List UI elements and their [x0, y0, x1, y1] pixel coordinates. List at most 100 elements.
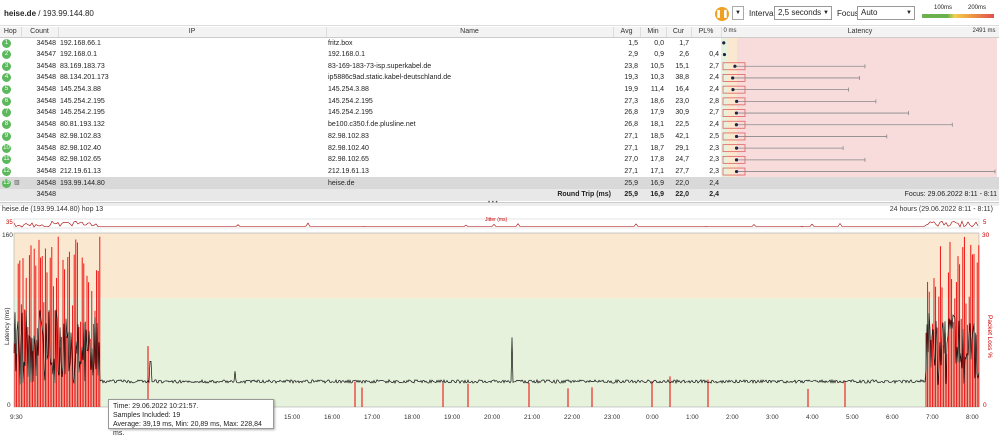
x-tick-label: 6:00 — [886, 414, 899, 421]
x-tick-label: 0:00 — [646, 414, 659, 421]
hop-latency-graph — [721, 142, 999, 154]
hop-latency-graph — [721, 166, 999, 178]
column-cur[interactable]: Cur — [666, 27, 691, 37]
hop-cur: 23,0 — [666, 95, 691, 107]
hop-name: 82.98.102.83 — [326, 131, 613, 143]
table-row[interactable]: 6 34548 145.254.2.195 145.254.2.195 27,3 18,6… — [0, 95, 999, 107]
hop-avg: 19,3 — [613, 72, 640, 84]
hop-count: 34548 — [21, 37, 58, 49]
hop-avg: 23,8 — [613, 60, 640, 72]
table-row[interactable]: 2 34547 192.168.0.1 192.168.0.1 2,9 0,9 2,6 0,4 — [0, 49, 999, 61]
table-row[interactable]: 10 34548 82.98.102.40 82.98.102.40 27,1 18,7 2… — [0, 142, 999, 154]
summary-avg: 25,9 — [613, 189, 640, 201]
hop-cur: 24,7 — [666, 154, 691, 166]
x-tick-label: 1:00 — [686, 414, 699, 421]
hop-number: 11 — [2, 155, 11, 164]
hop-ip: 192.168.0.1 — [58, 49, 326, 61]
table-row[interactable]: 3 34548 83.169.183.73 83-169-183-73-isp.sup… — [0, 60, 999, 72]
hop-name: be100.c350.f.de.plusline.net — [326, 119, 613, 131]
hop-avg: 19,9 — [613, 84, 640, 96]
hop-avg: 1,5 — [613, 37, 640, 49]
x-tick-label: 15:00 — [284, 414, 301, 421]
column-pl[interactable]: PL% — [691, 27, 721, 37]
hop-name: heise.de — [326, 177, 613, 189]
hop-latency-graph — [721, 131, 999, 143]
toolbar: heise.de / 193.99.144.80 ❚❚ ▼ Interval 2… — [0, 0, 999, 26]
tooltip-samples: Samples Included: 19 — [113, 411, 269, 420]
column-avg[interactable]: Avg — [613, 27, 640, 37]
hop-latency-graph — [721, 37, 999, 49]
hop-count: 34547 — [21, 49, 58, 61]
hop-pl: 2,4 — [691, 72, 721, 84]
hop-cur: 30,9 — [666, 107, 691, 119]
hop-count: 34548 — [21, 60, 58, 72]
breadcrumb: heise.de / 193.99.144.80 — [4, 9, 94, 18]
column-ip[interactable]: IP — [58, 27, 326, 37]
chevron-down-icon: ▼ — [823, 7, 829, 19]
hop-count: 34548 — [21, 142, 58, 154]
y-max-label: 160 — [2, 232, 13, 239]
hop-pl: 2,3 — [691, 154, 721, 166]
hop-pl: 2,4 — [691, 177, 721, 189]
table-row[interactable]: 7 34548 145.254.2.195 145.254.2.195 26,8 17,9… — [0, 107, 999, 119]
pause-button[interactable]: ❚❚ — [715, 7, 729, 21]
hop-ip: 82.98.102.83 — [58, 131, 326, 143]
interval-select[interactable]: 2,5 seconds ▼ — [774, 6, 832, 20]
table-row[interactable]: 4 34548 88.134.201.173 ip5886c9ad.static.ka… — [0, 72, 999, 84]
hop-number: 6 — [2, 97, 11, 106]
table-row[interactable]: 1 34548 192.168.66.1 fritz.box 1,5 0,0 1,7 — [0, 37, 999, 49]
hop-number: 9 — [2, 132, 11, 141]
hop-count: 34548 — [21, 95, 58, 107]
hop-avg: 27,3 — [613, 95, 640, 107]
column-latency[interactable]: 0 ms Latency 2491 ms — [721, 27, 999, 37]
hop-latency-graph — [721, 107, 999, 119]
hop-pl: 2,3 — [691, 142, 721, 154]
table-row[interactable]: 13 ▥ 34548 193.99.144.80 heise.de 25,9 16,9 22,… — [0, 177, 999, 189]
x-tick-label: 16:00 — [324, 414, 341, 421]
table-header: Hop Count IP Name Avg Min Cur PL% 0 ms L… — [0, 27, 999, 37]
hop-ip: 82.98.102.65 — [58, 154, 326, 166]
column-count[interactable]: Count — [21, 27, 58, 37]
hop-number: 2 — [2, 50, 11, 59]
hop-pl: 2,7 — [691, 60, 721, 72]
hop-pl: 2,3 — [691, 166, 721, 178]
jitter-max-label: 35 — [6, 220, 13, 226]
summary-focus: Focus: 29.06.2022 8:11 - 8:11 — [721, 189, 999, 201]
hop-cur: 1,7 — [666, 37, 691, 49]
table-row[interactable]: 8 34548 80.81.193.132 be100.c350.f.de.plusl… — [0, 119, 999, 131]
x-tick-label: 20:00 — [484, 414, 501, 421]
x-tick-label: 17:00 — [364, 414, 381, 421]
hop-ip: 145.254.2.195 — [58, 95, 326, 107]
hop-pl: 0,4 — [691, 49, 721, 61]
hop-min: 16,9 — [640, 177, 666, 189]
bar-chart-icon: ▥ — [14, 180, 20, 186]
hop-cur: 22,0 — [666, 177, 691, 189]
column-name[interactable]: Name — [326, 27, 613, 37]
hop-name: 212.19.61.13 — [326, 166, 613, 178]
hop-latency-graph — [721, 119, 999, 131]
chevron-down-icon: ▼ — [906, 7, 912, 19]
hop-latency-graph — [721, 72, 999, 84]
host-ip: 193.99.144.80 — [43, 9, 94, 18]
summary-cur: 22,0 — [666, 189, 691, 201]
focus-select[interactable]: Auto ▼ — [857, 6, 915, 20]
table-row[interactable]: 9 34548 82.98.102.83 82.98.102.83 27,1 18,5 42… — [0, 131, 999, 143]
pl-min-label: 0 — [983, 402, 987, 409]
table-row[interactable]: 11 34548 82.98.102.65 82.98.102.65 27,0 17,8 2… — [0, 154, 999, 166]
hop-avg: 26,8 — [613, 107, 640, 119]
hop-avg: 27,0 — [613, 154, 640, 166]
hop-avg: 26,8 — [613, 119, 640, 131]
hop-avg: 2,9 — [613, 49, 640, 61]
hop-count: 34548 — [21, 107, 58, 119]
hop-number: 8 — [2, 120, 11, 129]
pl-max-label: 30 — [982, 232, 990, 239]
column-hop[interactable]: Hop — [0, 27, 21, 37]
hop-count: 34548 — [21, 166, 58, 178]
hop-cur: 38,8 — [666, 72, 691, 84]
hop-number: 7 — [2, 108, 11, 117]
column-min[interactable]: Min — [640, 27, 666, 37]
table-row[interactable]: 12 34548 212.19.61.13 212.19.61.13 27,1 17,1 2… — [0, 166, 999, 178]
timeline-plot[interactable]: 35 Jitter (ms) 5 160 0 Latency (ms) 30 0 Packet … — [0, 205, 999, 426]
options-dropdown-button[interactable]: ▼ — [732, 6, 744, 20]
table-row[interactable]: 5 34548 145.254.3.88 145.254.3.88 19,9 11,4 16… — [0, 84, 999, 96]
